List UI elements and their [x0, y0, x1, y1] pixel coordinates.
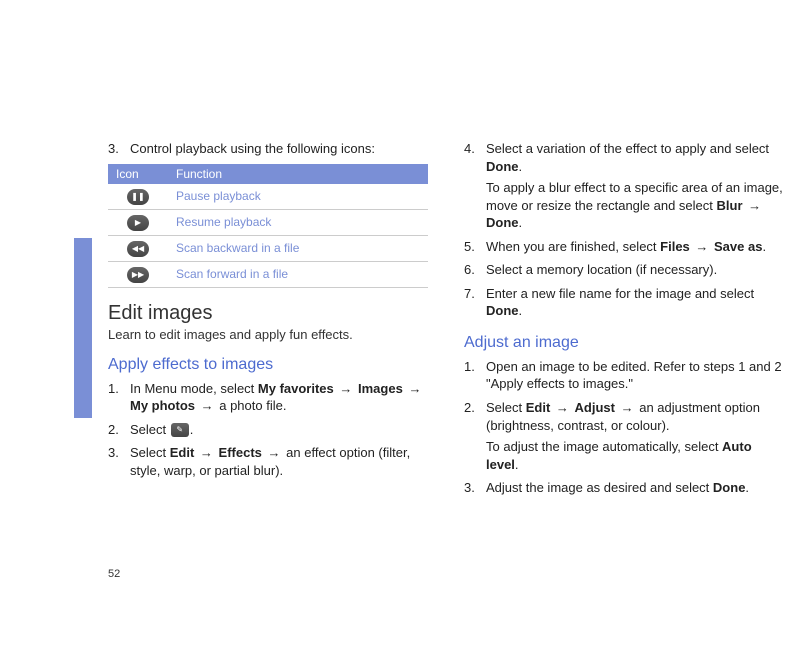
fast-forward-icon: ▶▶: [127, 267, 149, 283]
step-text: Select Edit → Effects → an effect option…: [130, 444, 428, 479]
list-item: 3. Select Edit → Effects → an effect opt…: [108, 444, 428, 479]
step-text: Control playback using the following ico…: [130, 140, 428, 158]
list-item: 2. Select Edit → Adjust → an adjustment …: [464, 399, 784, 473]
step-text: When you are finished, select Files → Sa…: [486, 238, 784, 256]
subsection-heading: Adjust an image: [464, 334, 784, 352]
step-text: Enter a new file name for the image and …: [486, 285, 784, 320]
page-content: 3. Control playback using the following …: [108, 140, 788, 580]
table-cell-function: Pause playback: [168, 184, 428, 210]
list-item: 3. Adjust the image as desired and selec…: [464, 479, 784, 497]
pause-icon: ❚❚: [127, 189, 149, 205]
side-tab-label: using tools and applications: [63, 328, 74, 459]
step-text: Select a variation of the effect to appl…: [486, 140, 784, 232]
rewind-icon: ◀◀: [127, 241, 149, 257]
list-item: 6. Select a memory location (if necessar…: [464, 261, 784, 279]
edit-icon: ✎: [171, 423, 189, 437]
list-item: 1. In Menu mode, select My favorites → I…: [108, 380, 428, 415]
list-item: 5. When you are finished, select Files →…: [464, 238, 784, 256]
list-item: 2. Select ✎.: [108, 421, 428, 439]
step-text: Open an image to be edited. Refer to ste…: [486, 358, 784, 393]
right-column: 4. Select a variation of the effect to a…: [464, 140, 784, 503]
section-intro: Learn to edit images and apply fun effec…: [108, 327, 428, 342]
step-text: Select Edit → Adjust → an adjustment opt…: [486, 399, 784, 473]
step-text: Select a memory location (if necessary).: [486, 261, 784, 279]
side-tab: using tools and applications: [74, 238, 92, 418]
table-row: ◀◀ Scan backward in a file: [108, 235, 428, 261]
table-header-icon: Icon: [108, 164, 168, 184]
section-heading: Edit images: [108, 302, 428, 325]
play-icon: ▶: [127, 215, 149, 231]
subsection-heading: Apply effects to images: [108, 356, 428, 374]
list-item: 7. Enter a new file name for the image a…: [464, 285, 784, 320]
left-column: 3. Control playback using the following …: [108, 140, 428, 503]
table-cell-function: Resume playback: [168, 209, 428, 235]
list-item: 1. Open an image to be edited. Refer to …: [464, 358, 784, 393]
table-header-function: Function: [168, 164, 428, 184]
step-text: Select ✎.: [130, 421, 428, 439]
table-row: ▶ Resume playback: [108, 209, 428, 235]
icon-function-table: Icon Function ❚❚ Pause playback ▶ Resume…: [108, 164, 428, 288]
page-number: 52: [108, 568, 120, 580]
table-row: ▶▶ Scan forward in a file: [108, 261, 428, 287]
list-item: 3. Control playback using the following …: [108, 140, 428, 158]
table-cell-function: Scan backward in a file: [168, 235, 428, 261]
table-cell-function: Scan forward in a file: [168, 261, 428, 287]
step-text: Adjust the image as desired and select D…: [486, 479, 784, 497]
table-row: ❚❚ Pause playback: [108, 184, 428, 210]
list-item: 4. Select a variation of the effect to a…: [464, 140, 784, 232]
step-text: In Menu mode, select My favorites → Imag…: [130, 380, 428, 415]
